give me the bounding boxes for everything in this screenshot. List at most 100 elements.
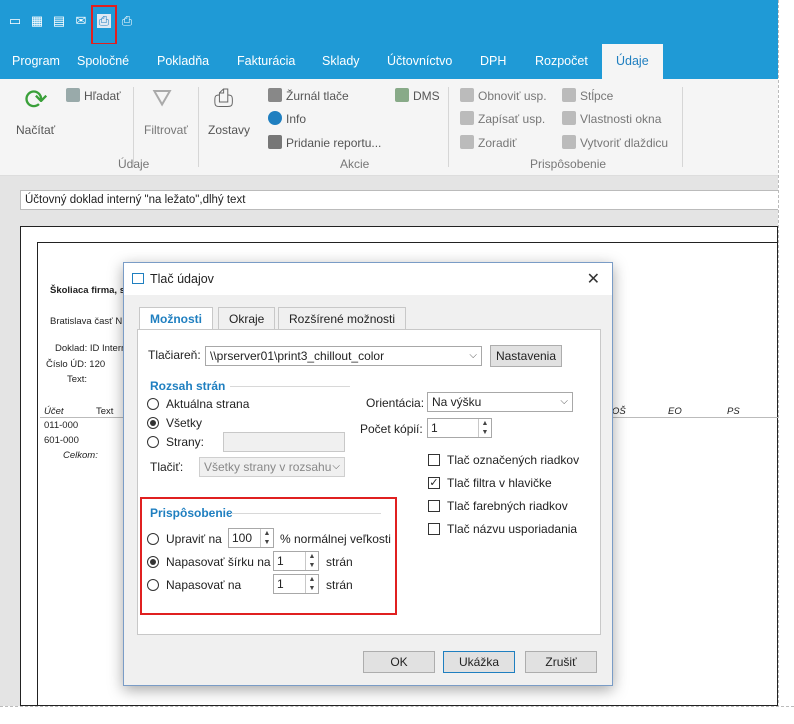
refresh-icon[interactable]: ⟳ (18, 85, 54, 115)
window-icon[interactable]: ▭ (8, 14, 22, 28)
print-scope-select[interactable]: Všetky strany v rozsahu ⌵ (199, 457, 345, 477)
chk-selected-label: Tlač označených riadkov (447, 453, 580, 467)
radio-all-pages[interactable] (147, 417, 159, 429)
vytvorit-button[interactable]: Vytvoriť dlaždicu (562, 135, 668, 150)
restore-layout-icon (460, 88, 474, 102)
nacitat-button[interactable]: Načítať (16, 123, 55, 137)
col-os: OŠ (612, 406, 626, 417)
section-divider (230, 386, 350, 387)
torn-edge-right (778, 0, 794, 723)
chevron-down-icon: ⌵ (560, 396, 568, 407)
tab-program[interactable]: Program (12, 44, 60, 79)
table-row: 601-000 (44, 435, 79, 446)
stlpce-button[interactable]: Stĺpce (562, 88, 613, 103)
tab-sklady[interactable]: Sklady (322, 44, 360, 79)
tab-okraje[interactable]: Okraje (218, 307, 276, 330)
printer-select[interactable]: \\prserver01\print3_chillout_color ⌵ (205, 346, 482, 366)
print-preview-icon[interactable]: ⎙ (120, 14, 134, 28)
settings-button[interactable]: Nastavenia (490, 345, 562, 367)
cislo-ud: Číslo ÚD: 120 (46, 359, 106, 370)
hladat-button[interactable]: Hľadať (66, 88, 121, 103)
printer-label: Tlačiareň: (148, 348, 201, 362)
zoradit-button[interactable]: Zoradiť (460, 135, 517, 150)
group-akcie-label: Akcie (340, 157, 370, 171)
tab-rozsirene[interactable]: Rozšírené možnosti (278, 307, 407, 330)
add-report-icon (268, 135, 282, 149)
col-ps: PS (727, 406, 740, 417)
dms-icon (395, 88, 409, 102)
fit-highlight-box (140, 497, 397, 615)
tab-fakturacia[interactable]: Fakturácia (237, 44, 295, 79)
dialog-window-icon (132, 273, 144, 284)
col-text: Text (96, 406, 114, 417)
zurnal-button[interactable]: Žurnál tlače (268, 88, 349, 103)
chk-filter-label: Tlač filtra v hlavičke (447, 476, 552, 490)
col-eo: EO (668, 406, 682, 417)
company-name: Školiaca firma, s (50, 285, 125, 296)
tab-spolocne[interactable]: Spoločné (77, 44, 129, 79)
tab-pokladna[interactable]: Pokladňa (157, 44, 209, 79)
chevron-down-icon: ⌵ (469, 350, 477, 361)
tab-udaje[interactable]: Údaje (602, 44, 663, 79)
torn-edge-bottom (0, 706, 794, 724)
chk-filter-header[interactable]: ✓ (428, 477, 440, 489)
columns-icon (562, 88, 576, 102)
tab-rozpocet[interactable]: Rozpočet (535, 44, 588, 79)
ribbon-tabs: Program Spoločné Pokladňa Fakturácia Skl… (0, 44, 778, 79)
table-row: 011-000 (44, 420, 79, 431)
preview-button[interactable]: Ukážka (443, 651, 515, 673)
group-prisposobenie-label: Prispôsobenie (530, 157, 607, 171)
print-highlight-box (91, 5, 117, 45)
close-icon[interactable]: ✕ (587, 269, 600, 289)
save-layout-icon (460, 111, 474, 125)
chk-sort-name[interactable] (428, 523, 440, 535)
spinner-arrows-icon[interactable]: ▲ ▼ (478, 419, 491, 437)
celkom-label: Celkom: (63, 450, 98, 461)
pdf-icon[interactable]: ▤ (52, 14, 66, 28)
dms-button[interactable]: DMS (395, 88, 440, 103)
obnovit-button[interactable]: Obnoviť usp. (460, 88, 547, 103)
chk-color-label: Tlač farebných riadkov (447, 499, 568, 513)
tab-moznosti[interactable]: Možnosti (139, 307, 213, 331)
filtrovat-button[interactable]: Filtrovať (144, 123, 188, 137)
chk-sort-label: Tlač názvu usporiadania (447, 522, 578, 536)
reports-icon[interactable]: ⎙ (214, 85, 233, 113)
radio-pages[interactable] (147, 436, 159, 448)
company-address: Bratislava časť N (50, 316, 123, 327)
orientation-select[interactable]: Na výšku ⌵ (427, 392, 573, 412)
chk-selected-rows[interactable] (428, 454, 440, 466)
pridanie-reportu-button[interactable]: Pridanie reportu... (268, 135, 381, 150)
document-title: Účtovný doklad interný "na ležato",dlhý … (20, 190, 780, 210)
print-journal-icon (268, 88, 282, 102)
tab-dph[interactable]: DPH (480, 44, 506, 79)
cancel-button[interactable]: Zrušiť (525, 651, 597, 673)
search-grid-icon (66, 88, 80, 102)
excel-icon[interactable]: ▦ (30, 14, 44, 28)
range-pages-label: Strany: (166, 435, 205, 449)
info-icon (268, 111, 282, 125)
copies-stepper[interactable]: 1 ▲ ▼ (427, 418, 492, 438)
vlastnosti-button[interactable]: Vlastnosti okna (562, 111, 661, 126)
filter-icon[interactable]: ⛛ (152, 85, 172, 113)
pages-input[interactable] (223, 432, 345, 452)
ribbon-separator (198, 87, 199, 167)
copies-label: Počet kópií: (360, 422, 423, 436)
tab-uctovnictvo[interactable]: Účtovníctvo (387, 44, 452, 79)
chk-color-rows[interactable] (428, 500, 440, 512)
chevron-down-icon: ⌵ (332, 461, 340, 472)
mail-icon[interactable]: ✉ (74, 14, 88, 28)
range-section-title: Rozsah strán (150, 379, 226, 393)
print-label: Tlačiť: (150, 460, 184, 474)
orientation-label: Orientácia: (366, 396, 425, 410)
print-dialog: Tlač údajov ✕ Možnosti Okraje Rozšírené … (123, 262, 613, 686)
sort-icon (460, 135, 474, 149)
doklad-info: Doklad: ID Interr (55, 343, 125, 354)
ok-button[interactable]: OK (363, 651, 435, 673)
zostavy-button[interactable]: Zostavy (208, 123, 250, 137)
ribbon-panel: ⟳ Načítať Hľadať Údaje ⛛ Filtrovať ⎙ Zos… (0, 79, 778, 176)
radio-current-page[interactable] (147, 398, 159, 410)
dialog-titlebar: Tlač údajov ✕ (124, 263, 612, 295)
zapisat-button[interactable]: Zapísať usp. (460, 111, 545, 126)
info-button[interactable]: Info (268, 111, 306, 126)
col-ucet: Účet (44, 406, 64, 417)
